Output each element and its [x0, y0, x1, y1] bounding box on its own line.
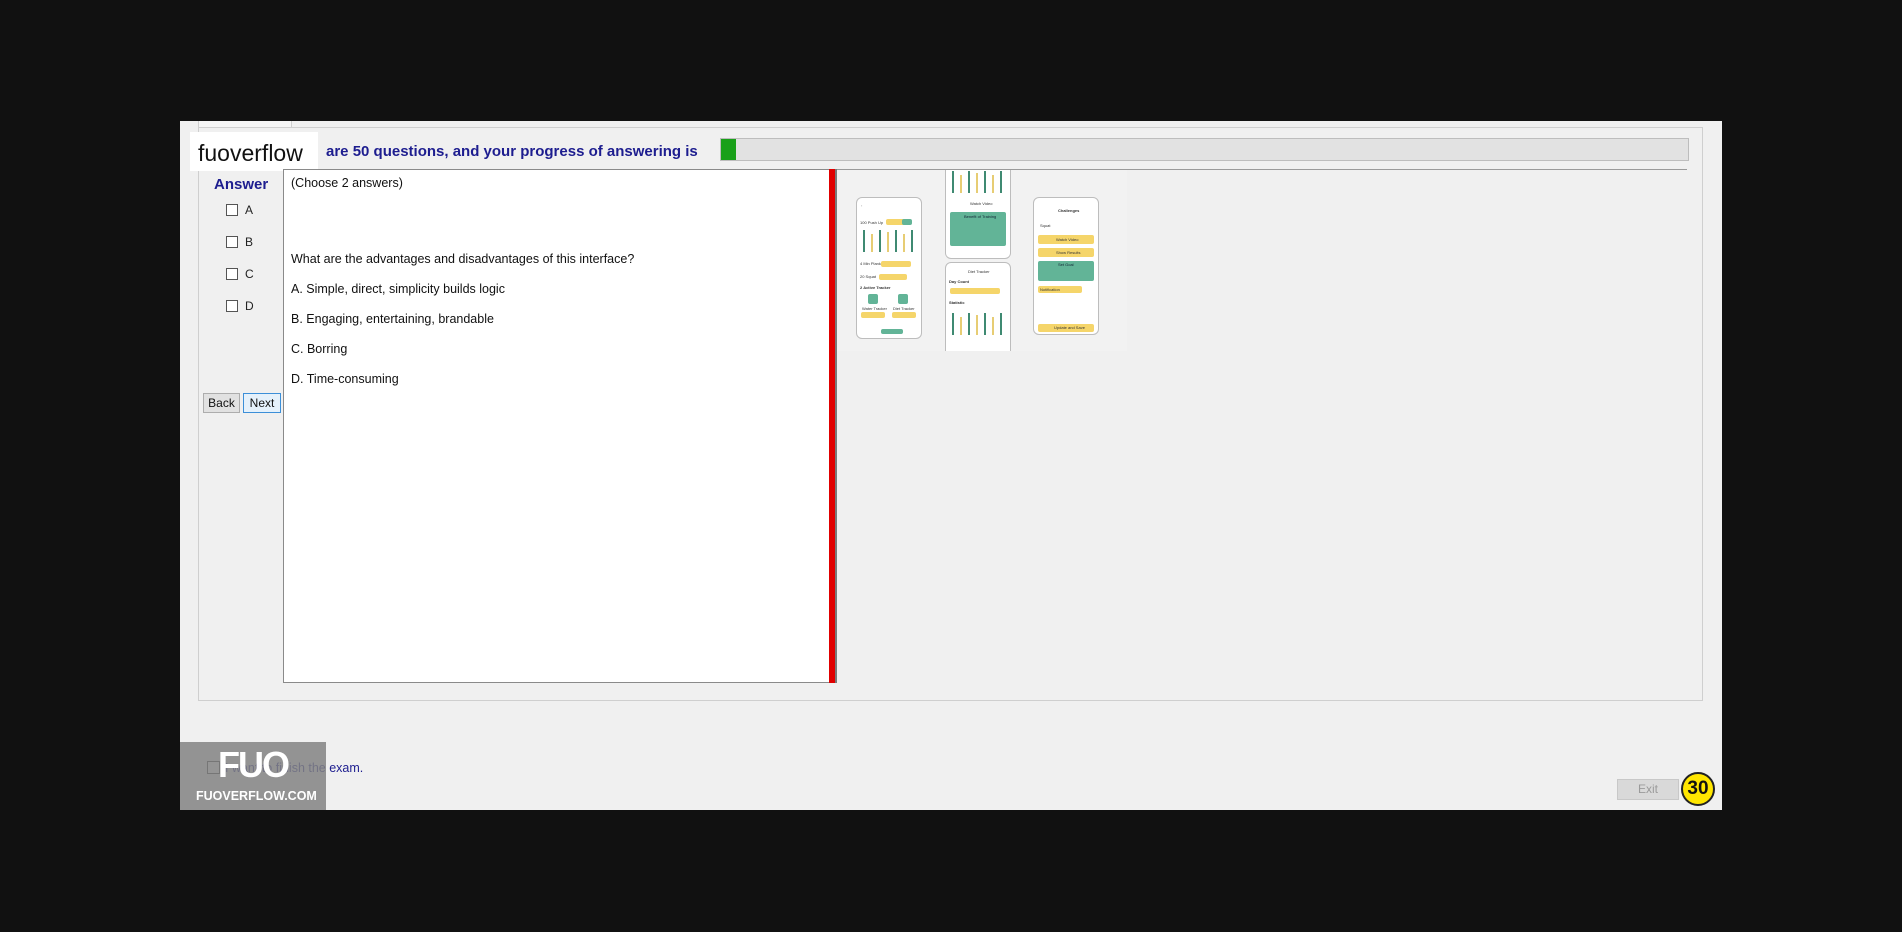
- wf-tile2: Diet Tracker: [893, 306, 915, 311]
- wireframe-image: ‹ 100 Push Up 4 Min Plank 20 Squat 2 Act…: [837, 170, 1127, 351]
- wf-bar: [903, 234, 905, 252]
- wf-bar: [895, 230, 897, 252]
- choice-a-text: A. Simple, direct, simplicity builds log…: [291, 282, 505, 296]
- logo-mark: FUO: [218, 744, 290, 785]
- option-b-checkbox[interactable]: [226, 236, 238, 248]
- option-a[interactable]: A: [226, 203, 253, 217]
- option-b-label: B: [245, 235, 254, 249]
- wf-statistic: Statistic: [949, 300, 965, 305]
- wf-diet-header: Diet Tracker: [968, 269, 990, 274]
- timer-badge: 30: [1681, 772, 1715, 806]
- question-prompt: What are the advantages and disadvantage…: [291, 252, 635, 266]
- progress-bar: [720, 138, 1689, 161]
- wf-tile1: Water Tracker: [862, 306, 887, 311]
- wf-yellow-pill: [861, 312, 885, 318]
- wf-green-pill: [902, 219, 912, 225]
- choice-d-text: D. Time-consuming: [291, 372, 399, 386]
- wf-home-section: 2 Active Tracker: [860, 285, 891, 290]
- question-instruction: (Choose 2 answers): [291, 176, 403, 190]
- wf-bar: [879, 230, 881, 252]
- wf-btn2: Show Results: [1056, 250, 1081, 255]
- wf-bar: [911, 230, 913, 252]
- option-d-checkbox[interactable]: [226, 300, 238, 312]
- wf-challenges-title: Challenges: [1058, 208, 1080, 213]
- wf-bar: [952, 171, 954, 193]
- wf-bar: [976, 315, 978, 335]
- wf-day-count: Day Count: [949, 279, 969, 284]
- wf-bar: [1000, 171, 1002, 193]
- option-a-checkbox[interactable]: [226, 204, 238, 216]
- answer-heading: Answer: [214, 176, 269, 193]
- wf-bar: [984, 171, 986, 193]
- option-c-label: C: [245, 267, 254, 281]
- progress-bar-fill: [721, 139, 737, 160]
- logo-site: FUOVERFLOW.COM: [196, 789, 317, 803]
- wf-bar: [992, 317, 994, 335]
- wf-bar: [871, 234, 873, 252]
- wf-set-goal: Set Goal: [1058, 262, 1074, 267]
- watermark-text: fuoverflow: [198, 140, 303, 166]
- wf-yellow-pill: [881, 261, 911, 267]
- wf-home-title: 100 Push Up: [860, 220, 884, 225]
- wf-bar: [887, 232, 889, 252]
- wf-nav-pill: [881, 329, 903, 334]
- wf-watch-video: Watch Video: [970, 201, 993, 206]
- exit-button[interactable]: Exit: [1617, 779, 1679, 800]
- wf-update: Update and Save: [1054, 325, 1085, 330]
- wf-bar: [976, 173, 978, 193]
- wf-btn1: Watch Video: [1056, 237, 1079, 242]
- wf-notification: Notification: [1040, 287, 1060, 292]
- wf-bar: [1000, 313, 1002, 335]
- wf-diet-icon: [898, 294, 908, 304]
- wf-bar: [984, 313, 986, 335]
- option-d[interactable]: D: [226, 299, 254, 313]
- wf-bar: [968, 313, 970, 335]
- choice-b-text: B. Engaging, entertaining, brandable: [291, 312, 494, 326]
- wf-bar: [952, 313, 954, 335]
- wf-bar: [863, 230, 865, 252]
- choice-c-text: C. Borring: [291, 342, 348, 356]
- wf-yellow-pill: [892, 312, 916, 318]
- option-c[interactable]: C: [226, 267, 254, 281]
- option-a-label: A: [245, 203, 254, 217]
- wireframe-phone-benefits: Watch Video Benefit of Training: [945, 170, 1011, 259]
- question-panel: (Choose 2 answers) What are the advantag…: [283, 169, 829, 683]
- progress-caption: are 50 questions, and your progress of a…: [326, 143, 698, 160]
- wf-bar: [968, 171, 970, 193]
- wf-home-row3: 20 Squat: [860, 274, 877, 279]
- back-button[interactable]: Back: [203, 393, 240, 413]
- option-d-label: D: [245, 299, 254, 313]
- wf-dropdown: Squat: [1040, 223, 1051, 228]
- wireframe-phone-diet: Diet Tracker Day Count Statistic: [945, 262, 1011, 351]
- option-c-checkbox[interactable]: [226, 268, 238, 280]
- wireframe-phone-challenges: Challenges Squat Watch Video Show Result…: [1033, 197, 1099, 335]
- wf-home-row2: 4 Min Plank: [860, 261, 881, 266]
- wf-yellow-pill: [950, 288, 1000, 294]
- option-b[interactable]: B: [226, 235, 253, 249]
- wf-water-icon: [868, 294, 878, 304]
- wf-yellow-pill: [879, 274, 907, 280]
- wireframe-phone-home: ‹ 100 Push Up 4 Min Plank 20 Squat 2 Act…: [856, 197, 922, 339]
- wf-bar: [960, 317, 962, 335]
- wf-bar: [992, 175, 994, 193]
- exam-window: fuoverflow are 50 questions, and your pr…: [180, 121, 1722, 810]
- wf-bar: [960, 175, 962, 193]
- next-button[interactable]: Next: [243, 393, 281, 413]
- fuoverflow-logo: FUO FUOVERFLOW.COM: [180, 742, 326, 810]
- wf-benefits-title: Benefit of Training: [964, 214, 997, 219]
